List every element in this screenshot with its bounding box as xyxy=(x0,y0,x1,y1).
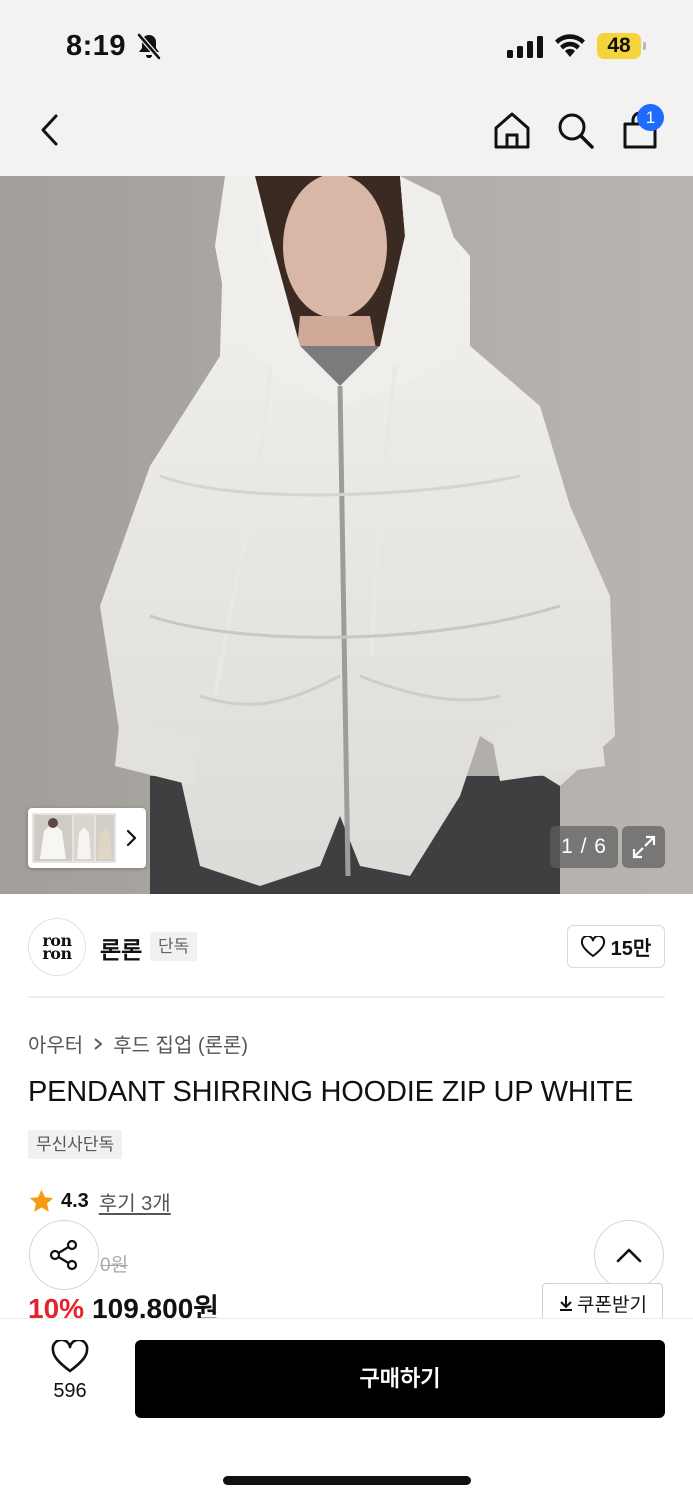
brand-exclusive-tag: 단독 xyxy=(150,932,198,961)
product-title: PENDANT SHIRRING HOODIE ZIP UP WHITE xyxy=(28,1076,634,1108)
exclusive-badge: 무신사단독 xyxy=(28,1130,123,1159)
buy-button[interactable]: 구매하기 xyxy=(135,1340,665,1418)
coupon-download-button[interactable]: 쿠폰받기 xyxy=(542,1283,663,1323)
share-icon xyxy=(49,1239,78,1271)
signal-icon xyxy=(507,36,543,58)
brand-like-count: 15만 xyxy=(610,938,652,960)
search-icon xyxy=(558,113,594,149)
home-button[interactable] xyxy=(490,108,534,152)
heart-icon xyxy=(51,1340,89,1373)
brand-logo-text-bottom: ron xyxy=(42,944,72,963)
review-count-link[interactable]: 후기 3개 xyxy=(99,1187,171,1216)
back-button[interactable] xyxy=(28,108,72,152)
wifi-icon xyxy=(555,34,585,57)
breadcrumb: 아우터 후드 집업 (론론) xyxy=(28,1029,248,1058)
brand-like-button[interactable]: 15만 xyxy=(567,925,665,968)
status-time: 8:19 xyxy=(66,30,127,62)
battery-level: 48 xyxy=(597,33,641,59)
search-button[interactable] xyxy=(553,108,597,152)
image-page-counter: 1 / 6 xyxy=(550,826,618,868)
divider xyxy=(28,996,665,998)
chevron-right-icon xyxy=(126,829,137,847)
rating-value: 4.3 xyxy=(61,1190,89,1212)
home-icon xyxy=(494,112,530,149)
back-icon xyxy=(41,114,58,146)
thumbnail-images xyxy=(32,813,116,863)
chevron-up-icon xyxy=(616,1248,642,1263)
brand-logo[interactable]: ron ron xyxy=(28,918,86,976)
expand-image-button[interactable] xyxy=(622,826,665,868)
heart-icon xyxy=(580,935,605,957)
original-price: 0원 xyxy=(100,1255,129,1276)
cart-count-badge: 1 xyxy=(637,104,664,131)
battery-icon: 48 xyxy=(597,33,647,59)
breadcrumb-category[interactable]: 아우터 xyxy=(28,1029,83,1058)
bell-off-icon xyxy=(137,33,161,60)
wishlist-button[interactable]: 596 xyxy=(34,1340,106,1420)
nav-bar xyxy=(0,90,693,176)
home-indicator xyxy=(223,1476,471,1485)
scroll-to-top-button[interactable] xyxy=(594,1220,664,1290)
chevron-right-icon xyxy=(94,1037,103,1050)
coupon-label: 쿠폰받기 xyxy=(577,1294,647,1316)
download-icon xyxy=(560,1296,573,1311)
brand-name[interactable]: 론론 xyxy=(100,931,142,965)
wishlist-count: 596 xyxy=(53,1380,87,1402)
thumbnail-strip[interactable] xyxy=(28,808,146,868)
rating-row: 4.3 후기 3개 xyxy=(28,1187,171,1216)
star-icon xyxy=(29,1189,54,1212)
breadcrumb-subcategory[interactable]: 후드 집업 (론론) xyxy=(113,1029,248,1058)
product-photo xyxy=(0,176,693,894)
share-button[interactable] xyxy=(29,1220,99,1290)
product-image-gallery[interactable] xyxy=(0,176,693,894)
status-bar: 8:19 48 xyxy=(0,0,693,90)
expand-icon xyxy=(632,835,655,859)
